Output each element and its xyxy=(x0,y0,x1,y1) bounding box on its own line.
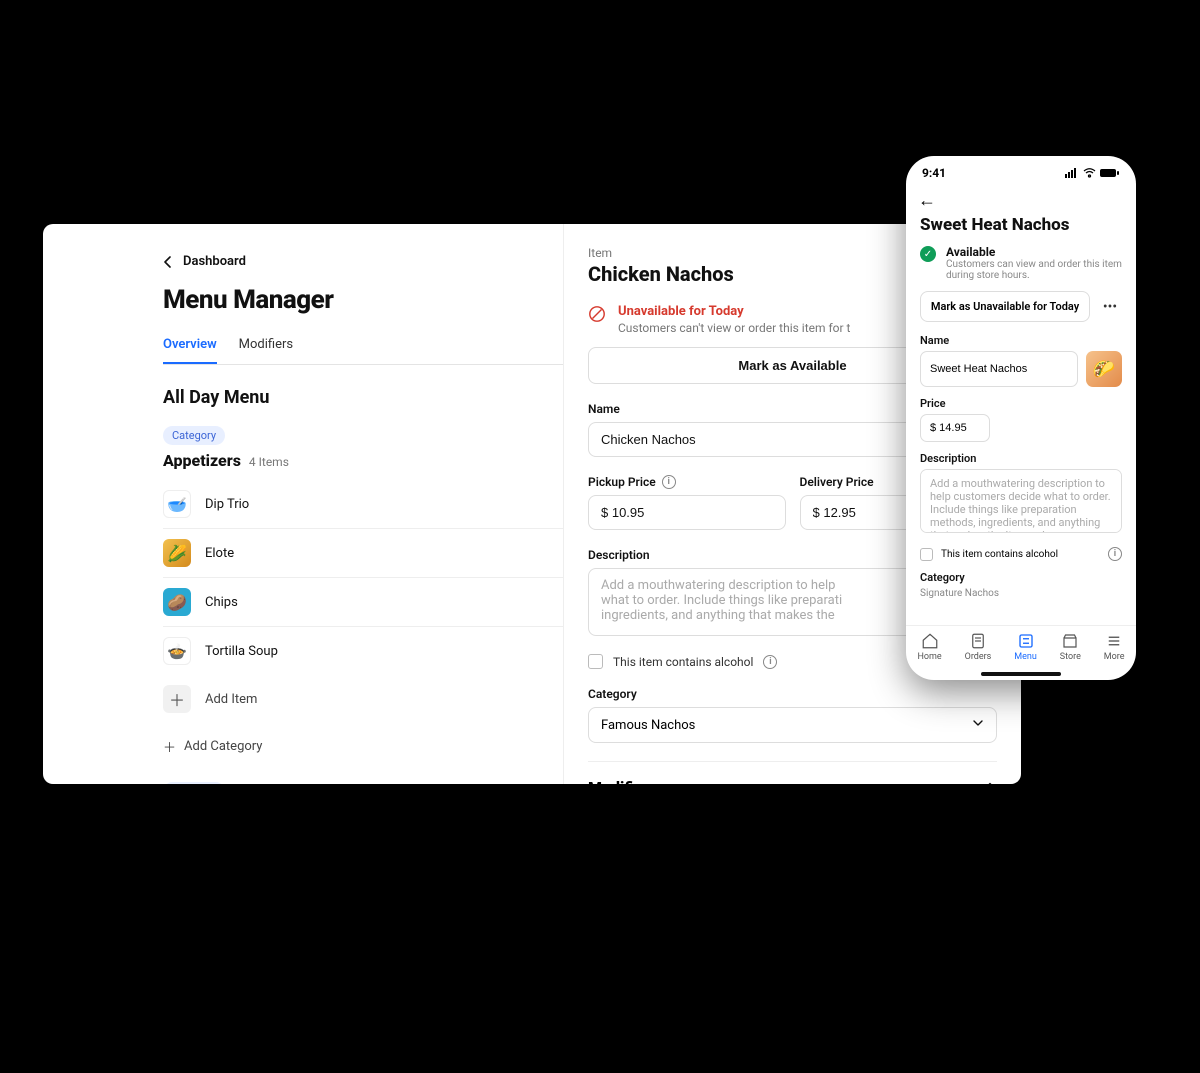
item-name: Elote xyxy=(205,546,234,561)
food-icon: 🥔 xyxy=(163,588,191,616)
status-time: 9:41 xyxy=(922,166,946,180)
menu-icon xyxy=(1017,632,1035,650)
phone-alcohol-checkbox-row[interactable]: This item contains alcohol i xyxy=(920,547,1122,561)
alert-subtitle: Customers can't view or order this item … xyxy=(618,321,850,335)
more-button[interactable]: ••• xyxy=(1098,299,1122,315)
category-badge: Category xyxy=(163,782,225,784)
category-value: Famous Nachos xyxy=(601,718,695,733)
phone-price-input[interactable] xyxy=(920,414,990,442)
item-name: Dip Trio xyxy=(205,497,249,512)
list-item[interactable]: 🥔 Chips xyxy=(163,577,563,626)
pickup-price-input[interactable] xyxy=(588,495,786,530)
checkbox-icon xyxy=(920,548,933,561)
list-item[interactable]: 🍲 Tortilla Soup xyxy=(163,626,563,675)
info-icon[interactable]: i xyxy=(763,655,777,669)
available-status: ✓ Available Customers can view and order… xyxy=(920,245,1122,281)
phone-category-label: Category xyxy=(920,571,1122,584)
mark-unavailable-button[interactable]: Mark as Unavailable for Today xyxy=(920,291,1090,322)
breadcrumb-label: Dashboard xyxy=(183,254,246,269)
status-bar: 9:41 xyxy=(906,156,1136,184)
phone-mockup: 9:41 ← Sweet Heat Nachos ✓ Available Cus… xyxy=(906,156,1136,680)
ban-icon xyxy=(588,305,606,323)
store-icon xyxy=(1061,632,1079,650)
phone-price-label: Price xyxy=(920,397,1122,410)
pickup-price-label: Pickup Price i xyxy=(588,475,786,489)
phone-desc-label: Description xyxy=(920,452,1122,465)
phone-name-input[interactable] xyxy=(920,351,1078,387)
alcohol-label: This item contains alcohol xyxy=(613,655,753,669)
info-icon[interactable]: i xyxy=(1108,547,1122,561)
wifi-icon xyxy=(1083,168,1096,178)
category-select[interactable]: Famous Nachos xyxy=(588,707,997,743)
home-icon xyxy=(921,632,939,650)
tab-modifiers[interactable]: Modifiers xyxy=(239,337,293,364)
item-name: Chips xyxy=(205,595,238,610)
menu-heading: All Day Menu xyxy=(163,387,563,408)
chevron-left-icon xyxy=(163,256,173,268)
plus-icon: ＋ xyxy=(163,685,191,713)
desktop-window: Dashboard Menu Manager Overview Modifier… xyxy=(43,224,1021,784)
category-count: 4 Items xyxy=(249,455,289,469)
alert-title: Unavailable for Today xyxy=(618,304,850,319)
list-item[interactable]: 🌽 Elote xyxy=(163,528,563,577)
available-subtitle: Customers can view and order this item d… xyxy=(946,259,1122,281)
category-name: Appetizers xyxy=(163,451,241,470)
tab-orders[interactable]: Orders xyxy=(965,632,992,662)
page-title: Menu Manager xyxy=(163,285,563,315)
phone-name-label: Name xyxy=(920,334,1122,347)
food-icon: 🥣 xyxy=(163,490,191,518)
chevron-up-icon xyxy=(983,778,997,784)
modifiers-heading: Modifiers xyxy=(588,778,657,784)
add-category-button[interactable]: ＋ Add Category xyxy=(163,723,563,756)
info-icon[interactable]: i xyxy=(662,475,676,489)
checkbox-icon xyxy=(588,654,603,669)
available-title: Available xyxy=(946,245,1122,259)
food-icon: 🌽 xyxy=(163,539,191,567)
more-icon xyxy=(1105,632,1123,650)
tab-menu[interactable]: Menu xyxy=(1014,632,1037,662)
item-name: Tortilla Soup xyxy=(205,644,278,659)
phone-item-title: Sweet Heat Nachos xyxy=(920,215,1122,235)
category-badge: Category xyxy=(163,426,225,445)
phone-category-value: Signature Nachos xyxy=(920,588,1122,599)
phone-desc-input[interactable] xyxy=(920,469,1122,533)
plus-icon: ＋ xyxy=(163,737,176,756)
list-item[interactable]: 🥣 Dip Trio xyxy=(163,480,563,528)
signal-icon xyxy=(1065,168,1079,178)
category-label: Category xyxy=(588,687,997,701)
home-indicator xyxy=(981,672,1061,676)
battery-icon xyxy=(1100,168,1120,178)
food-icon: 🍲 xyxy=(163,637,191,665)
item-thumbnail[interactable]: 🌮 xyxy=(1086,351,1122,387)
tab-store[interactable]: Store xyxy=(1060,632,1081,662)
tabs: Overview Modifiers xyxy=(163,337,563,365)
status-indicators xyxy=(1065,168,1120,178)
add-item-label: Add Item xyxy=(205,692,257,707)
tab-home[interactable]: Home xyxy=(917,632,941,662)
tab-overview[interactable]: Overview xyxy=(163,337,217,364)
back-button[interactable]: ← xyxy=(918,190,936,211)
menu-manager-panel: Dashboard Menu Manager Overview Modifier… xyxy=(43,224,563,784)
breadcrumb[interactable]: Dashboard xyxy=(163,254,563,269)
add-category-label: Add Category xyxy=(184,739,262,754)
check-circle-icon: ✓ xyxy=(920,246,936,262)
add-item-button[interactable]: ＋ Add Item xyxy=(163,675,563,723)
category-heading: Appetizers 4 Items xyxy=(163,451,563,470)
modifiers-section-header[interactable]: Modifiers xyxy=(588,761,997,784)
orders-icon xyxy=(969,632,987,650)
bottom-tab-bar: Home Orders Menu Store More xyxy=(906,625,1136,672)
tab-more[interactable]: More xyxy=(1104,632,1125,662)
chevron-down-icon xyxy=(972,717,984,733)
phone-alcohol-label: This item contains alcohol xyxy=(941,549,1058,560)
